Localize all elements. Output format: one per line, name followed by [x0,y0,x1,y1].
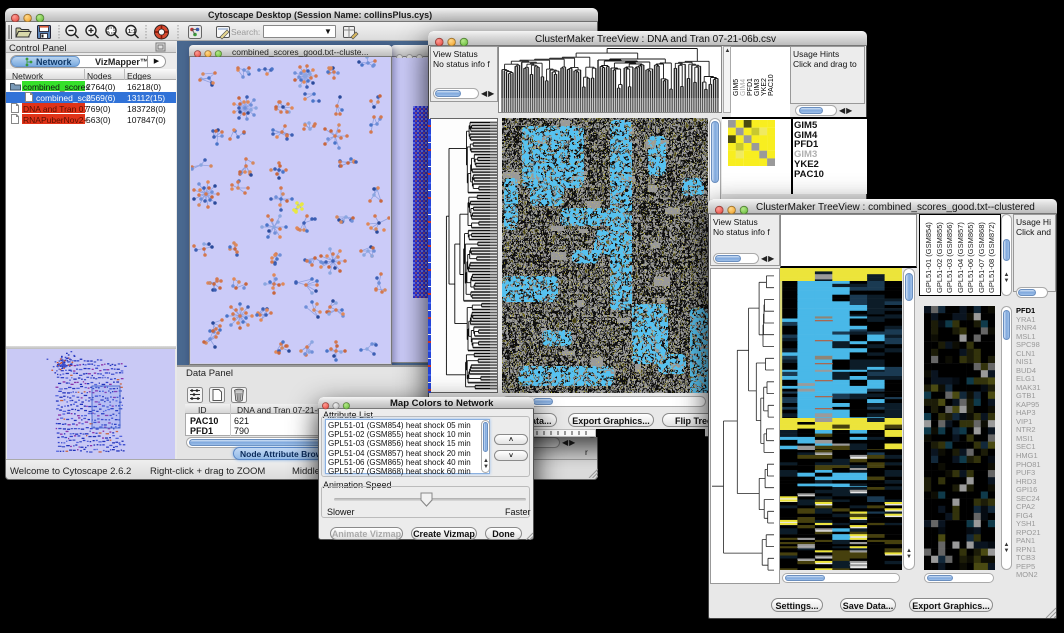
svg-text:1:1: 1:1 [128,29,136,35]
